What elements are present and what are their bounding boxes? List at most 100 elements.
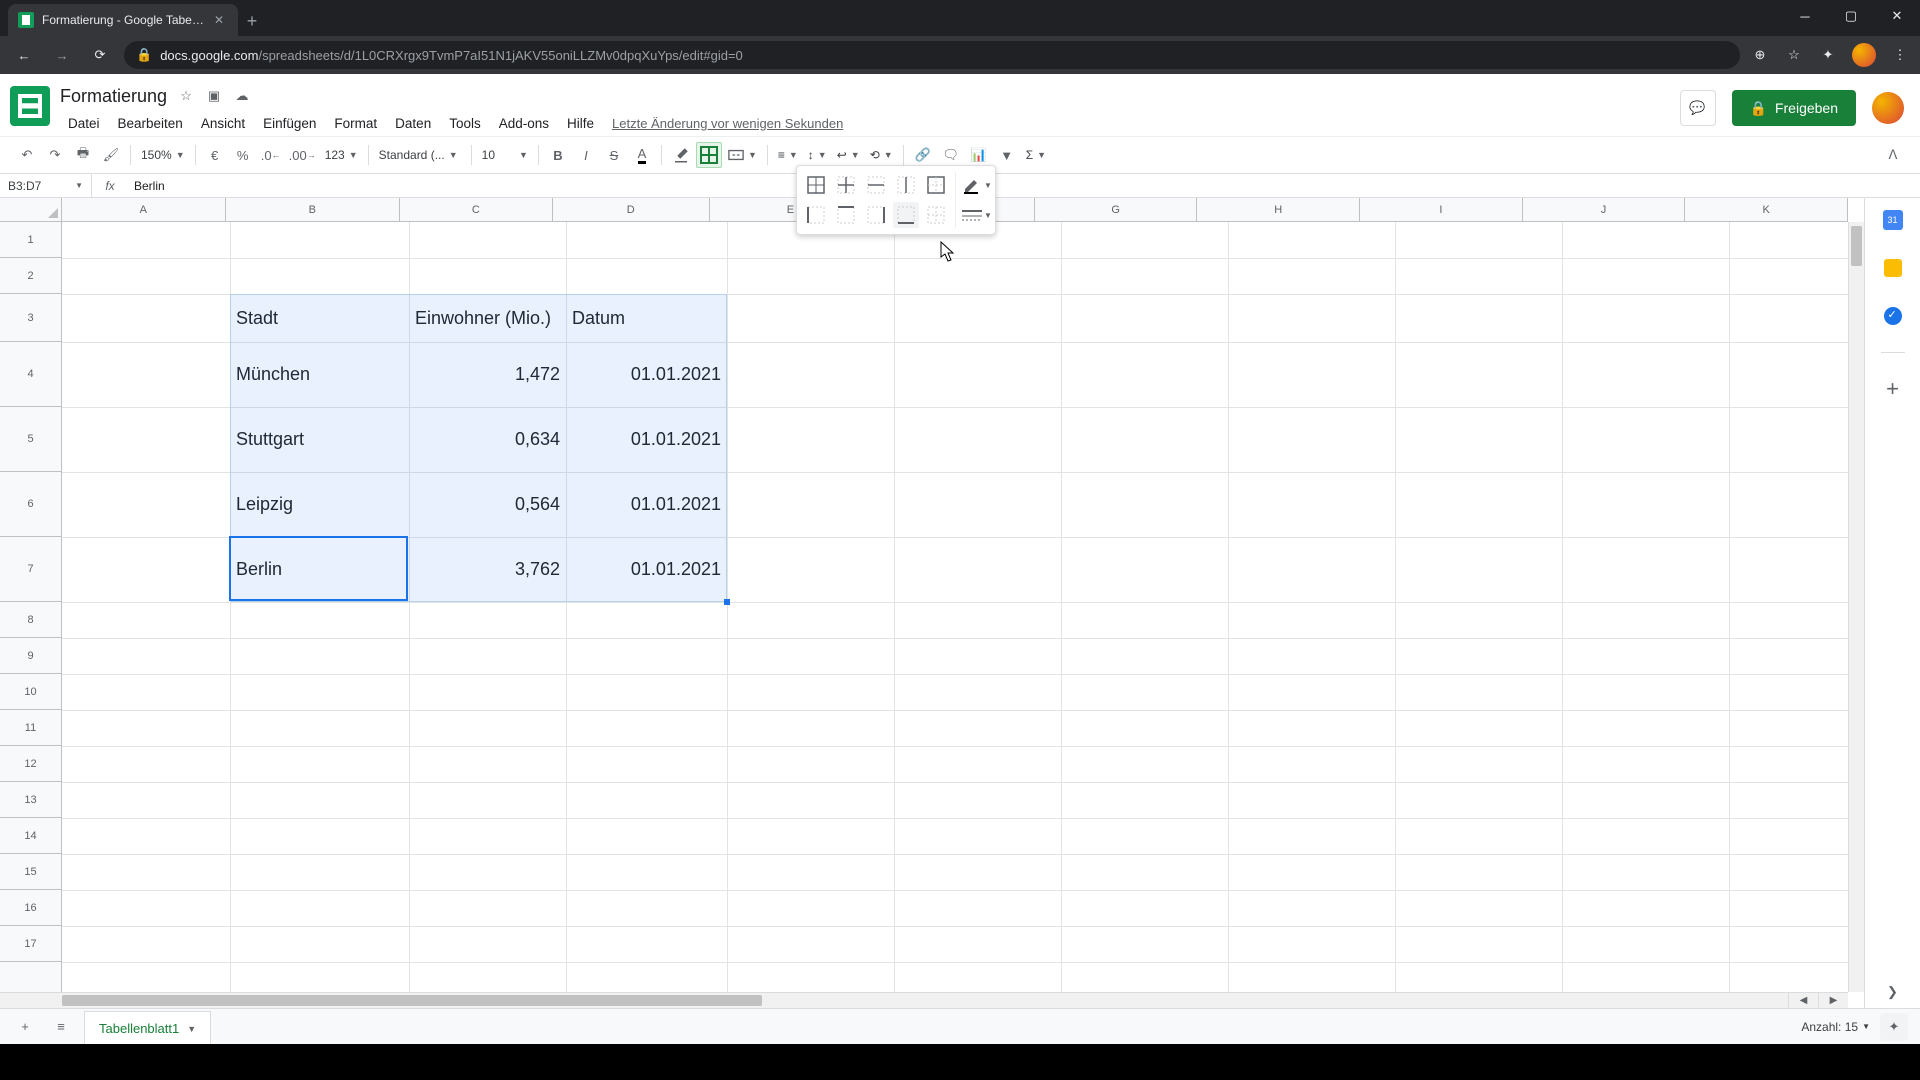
menu-daten[interactable]: Daten bbox=[387, 113, 439, 134]
grid-main[interactable]: ABCDEFGHIJK 1234567891011121314151617 St… bbox=[0, 198, 1864, 1008]
border-bottom-button[interactable] bbox=[893, 202, 919, 228]
account-avatar-icon[interactable] bbox=[1872, 92, 1904, 124]
comments-button[interactable]: 💬 bbox=[1680, 90, 1716, 126]
border-color-button[interactable]: ▼ bbox=[962, 172, 992, 198]
menu-einfuegen[interactable]: Einfügen bbox=[255, 113, 324, 134]
text-rotation-button[interactable]: ⟲▼ bbox=[866, 148, 897, 162]
menu-bearbeiten[interactable]: Bearbeiten bbox=[110, 113, 191, 134]
scroll-right-button[interactable]: ▶ bbox=[1818, 992, 1848, 1008]
row-header-6[interactable]: 6 bbox=[0, 472, 61, 537]
cloud-icon[interactable]: ☁ bbox=[233, 87, 251, 105]
side-panel-toggle[interactable]: ❯ bbox=[1864, 976, 1920, 1008]
border-vertical-button[interactable] bbox=[893, 172, 919, 198]
horizontal-align-button[interactable]: ≡▼ bbox=[774, 148, 802, 162]
menu-icon[interactable]: ⋮ bbox=[1890, 45, 1910, 65]
row-header-10[interactable]: 10 bbox=[0, 674, 61, 710]
fill-color-button[interactable] bbox=[668, 142, 694, 168]
name-box[interactable]: B3:D7▼ bbox=[0, 174, 92, 197]
cells-area[interactable]: StadtEinwohner (Mio.)DatumMünchen1,47201… bbox=[62, 222, 1848, 992]
menu-addons[interactable]: Add-ons bbox=[491, 113, 557, 134]
all-sheets-button[interactable]: ≡ bbox=[48, 1014, 74, 1040]
border-outer-button[interactable] bbox=[923, 172, 949, 198]
column-header-c[interactable]: C bbox=[400, 198, 553, 221]
row-header-1[interactable]: 1 bbox=[0, 222, 61, 258]
column-header-j[interactable]: J bbox=[1523, 198, 1686, 221]
row-header-2[interactable]: 2 bbox=[0, 258, 61, 294]
row-header-11[interactable]: 11 bbox=[0, 710, 61, 746]
column-header-d[interactable]: D bbox=[553, 198, 710, 221]
move-icon[interactable]: ▣ bbox=[205, 87, 223, 105]
text-color-button[interactable]: A bbox=[629, 142, 655, 168]
sheets-logo-icon[interactable] bbox=[10, 86, 50, 126]
scrollbar-thumb[interactable] bbox=[62, 995, 762, 1006]
row-header-8[interactable]: 8 bbox=[0, 602, 61, 638]
bold-button[interactable]: B bbox=[545, 142, 571, 168]
back-button[interactable]: ← bbox=[10, 41, 38, 69]
vertical-align-button[interactable]: ↕▼ bbox=[804, 148, 831, 162]
border-all-button[interactable] bbox=[803, 172, 829, 198]
italic-button[interactable]: I bbox=[573, 142, 599, 168]
bookmark-icon[interactable]: ☆ bbox=[1784, 45, 1804, 65]
forward-button[interactable]: → bbox=[48, 41, 76, 69]
menu-hilfe[interactable]: Hilfe bbox=[559, 113, 602, 134]
row-header-9[interactable]: 9 bbox=[0, 638, 61, 674]
new-tab-button[interactable]: + bbox=[238, 11, 266, 36]
column-header-h[interactable]: H bbox=[1197, 198, 1360, 221]
row-header-4[interactable]: 4 bbox=[0, 342, 61, 407]
border-style-button[interactable]: ▼ bbox=[962, 202, 992, 228]
text-wrap-button[interactable]: ↩▼ bbox=[833, 148, 864, 162]
row-header-3[interactable]: 3 bbox=[0, 294, 61, 342]
vertical-scrollbar[interactable] bbox=[1848, 222, 1864, 992]
undo-button[interactable]: ↶ bbox=[14, 142, 40, 168]
strikethrough-button[interactable]: S bbox=[601, 142, 627, 168]
row-header-12[interactable]: 12 bbox=[0, 746, 61, 782]
selection-summary[interactable]: Anzahl: 15▼ bbox=[1801, 1020, 1870, 1034]
scrollbar-thumb[interactable] bbox=[1851, 226, 1862, 266]
sheet-tab[interactable]: Tabellenblatt1 ▼ bbox=[84, 1011, 211, 1045]
collapse-toolbar-button[interactable]: ᐱ bbox=[1880, 142, 1906, 168]
currency-button[interactable]: € bbox=[202, 142, 228, 168]
column-header-b[interactable]: B bbox=[226, 198, 400, 221]
row-header-17[interactable]: 17 bbox=[0, 926, 61, 962]
decrease-decimal-button[interactable]: .0← bbox=[258, 142, 284, 168]
redo-button[interactable]: ↷ bbox=[42, 142, 68, 168]
functions-button[interactable]: Σ▼ bbox=[1022, 148, 1050, 162]
menu-ansicht[interactable]: Ansicht bbox=[193, 113, 253, 134]
font-size-select[interactable]: 10▼ bbox=[478, 148, 532, 162]
print-button[interactable]: 🖶 bbox=[70, 142, 96, 168]
number-format-select[interactable]: 123▼ bbox=[321, 148, 362, 162]
select-all-corner[interactable] bbox=[0, 198, 62, 222]
reload-button[interactable]: ⟳ bbox=[86, 41, 114, 69]
column-header-a[interactable]: A bbox=[62, 198, 226, 221]
row-header-13[interactable]: 13 bbox=[0, 782, 61, 818]
borders-button[interactable] bbox=[696, 142, 722, 168]
border-inner-button[interactable] bbox=[833, 172, 859, 198]
explore-button[interactable]: ✦ bbox=[1880, 1013, 1908, 1041]
extensions-icon[interactable]: ✦ bbox=[1818, 45, 1838, 65]
zoom-icon[interactable]: ⊕ bbox=[1750, 45, 1770, 65]
add-sheet-button[interactable]: + bbox=[12, 1014, 38, 1040]
chevron-down-icon[interactable]: ▼ bbox=[187, 1024, 196, 1034]
border-top-button[interactable] bbox=[833, 202, 859, 228]
border-horizontal-button[interactable] bbox=[863, 172, 889, 198]
doc-title[interactable]: Formatierung bbox=[60, 86, 167, 107]
profile-avatar-icon[interactable] bbox=[1852, 43, 1876, 67]
tasks-addon-button[interactable] bbox=[1881, 304, 1905, 328]
column-header-k[interactable]: K bbox=[1685, 198, 1848, 221]
row-header-5[interactable]: 5 bbox=[0, 407, 61, 472]
share-button[interactable]: 🔒 Freigeben bbox=[1732, 90, 1856, 126]
row-header-15[interactable]: 15 bbox=[0, 854, 61, 890]
border-none-button[interactable] bbox=[923, 202, 949, 228]
window-close-button[interactable]: ✕ bbox=[1874, 0, 1920, 32]
menu-format[interactable]: Format bbox=[326, 113, 385, 134]
star-icon[interactable]: ☆ bbox=[177, 87, 195, 105]
window-maximize-button[interactable]: ▢ bbox=[1828, 0, 1874, 32]
formula-input[interactable]: Berlin bbox=[128, 179, 1920, 193]
column-header-i[interactable]: I bbox=[1360, 198, 1523, 221]
browser-tab[interactable]: Formatierung - Google Tabellen ✕ bbox=[8, 4, 238, 36]
get-addons-button[interactable]: + bbox=[1881, 377, 1905, 401]
paint-format-button[interactable]: 🖌 bbox=[98, 142, 124, 168]
menu-tools[interactable]: Tools bbox=[441, 113, 489, 134]
row-headers[interactable]: 1234567891011121314151617 bbox=[0, 222, 62, 992]
calendar-addon-button[interactable] bbox=[1881, 208, 1905, 232]
